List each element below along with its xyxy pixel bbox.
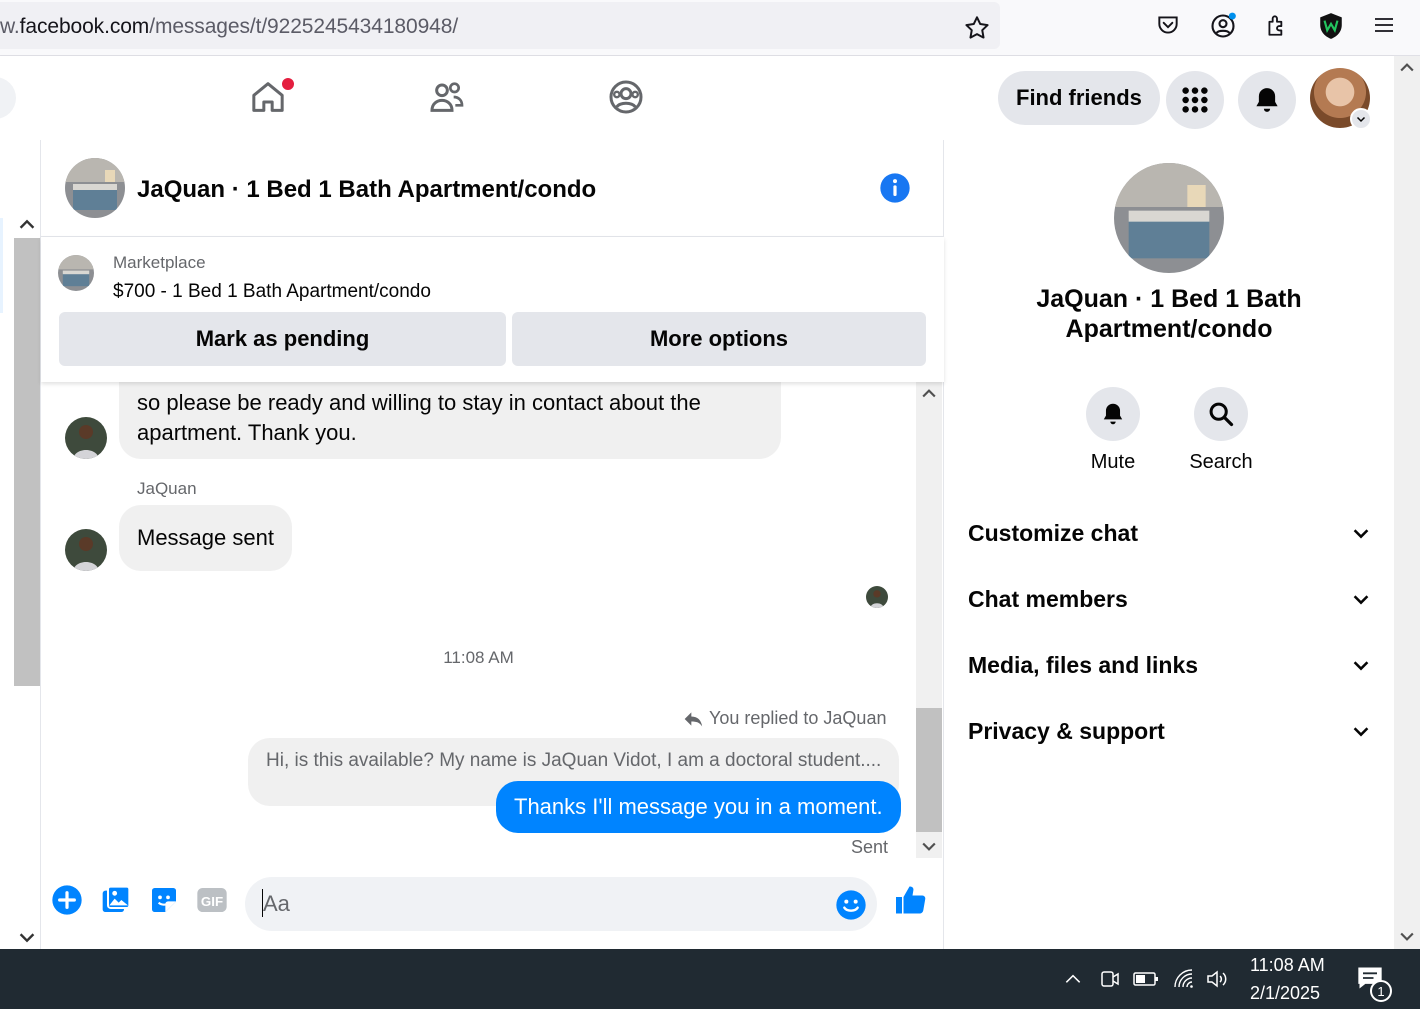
chevron-down-icon [1353,529,1369,539]
plus-circle-icon[interactable] [51,884,83,916]
find-friends-button[interactable]: Find friends [998,71,1160,125]
chevron-down-icon [1353,661,1369,671]
chevron-down-icon [1353,595,1369,605]
scroll-down-arrow-icon[interactable] [1397,926,1417,946]
listing-title[interactable]: $700 - 1 Bed 1 Bath Apartment/condo [113,281,431,303]
conversation-info-panel: JaQuan · 1 Bed 1 Bath Apartment/condo Mu… [944,140,1394,949]
scroll-up-arrow-icon[interactable] [16,214,38,236]
scroll-down-arrow-icon[interactable] [16,926,38,948]
like-thumbs-up-icon[interactable] [893,882,929,918]
mark-as-pending-button[interactable]: Mark as pending [59,312,506,366]
message-status: Sent [851,837,889,857]
customize-chat-row[interactable]: Customize chat [968,500,1372,566]
message-thread: so please be ready and willing to stay i… [41,382,916,860]
thread-scrollbar[interactable] [916,382,942,858]
windows-taskbar: 11:08 AM 2/1/2025 1 [0,949,1420,1009]
read-receipt-avatar [866,586,888,608]
shield-extension-icon[interactable] [1318,12,1344,39]
chat-members-row[interactable]: Chat members [968,566,1372,632]
message-text: Message sent [137,525,274,550]
mute-label: Mute [1090,451,1136,473]
search-field-stub[interactable] [0,77,16,119]
sticker-icon[interactable] [148,884,180,916]
media-files-links-row[interactable]: Media, files and links [968,632,1372,698]
scroll-up-arrow-icon[interactable] [919,384,939,404]
more-options-button[interactable]: More options [512,312,926,366]
sender-name: JaQuan [137,479,197,498]
menu-grid-button[interactable] [1166,71,1224,129]
listing-thumbnail[interactable] [58,255,94,291]
message-text: so please be ready and willing to stay i… [137,390,701,445]
active-chat-indicator [0,218,3,313]
chat-avatar[interactable] [65,158,125,218]
account-chevron-down-icon[interactable] [1350,108,1372,130]
outgoing-message-bubble[interactable]: Thanks I'll message you in a moment. [496,781,901,833]
url-text: w.facebook.com/messages/t/92252454341809… [0,15,459,38]
message-text: Thanks I'll message you in a moment. [514,794,883,819]
notification-count-badge: 1 [1370,980,1392,1002]
volume-icon[interactable] [1205,967,1231,991]
privacy-support-row[interactable]: Privacy & support [968,698,1372,764]
address-bar[interactable]: w.facebook.com/messages/t/92252454341809… [0,2,1000,49]
chat-panel: JaQuan · 1 Bed 1 Bath Apartment/condo Ma… [40,140,944,949]
gif-icon[interactable]: GIF [196,884,228,916]
mute-action[interactable]: Mute [1058,387,1168,474]
thread-scrollbar-thumb[interactable] [916,708,942,832]
info-conversation-name: JaQuan · 1 Bed 1 Bath Apartment/condo [1036,285,1302,343]
browser-toolbar: w.facebook.com/messages/t/92252454341809… [0,0,1420,56]
message-input[interactable]: Aa [245,877,877,931]
meet-now-camera-icon[interactable] [1098,967,1122,991]
menu-icon[interactable] [1372,12,1398,38]
show-hidden-icons-chevron-up-icon[interactable] [1062,969,1084,989]
facebook-header: Find friends [0,56,1394,140]
incoming-message-bubble[interactable]: Message sent [119,505,292,571]
groups-icon[interactable] [606,77,646,117]
marketplace-listing-card: Marketplace $700 - 1 Bed 1 Bath Apartmen… [41,237,944,382]
message-composer: GIF Aa [41,870,944,949]
search-label: Search [1189,451,1253,473]
bell-icon [1256,88,1278,112]
scroll-down-arrow-icon[interactable] [919,836,939,856]
battery-icon[interactable] [1133,967,1159,991]
wifi-icon[interactable] [1172,967,1196,991]
taskbar-clock-time[interactable]: 11:08 AM [1250,955,1325,976]
bell-icon [1103,403,1123,425]
reply-indicator: You replied to JaQuan [683,708,886,729]
search-icon [1209,402,1234,427]
reply-arrow-icon [684,711,703,726]
reply-indicator-text: You replied to JaQuan [709,708,887,728]
message-timestamp: 11:08 AM [443,648,514,667]
account-icon[interactable] [1209,12,1236,38]
extensions-icon[interactable] [1264,12,1290,38]
sender-avatar[interactable] [65,529,107,571]
conversation-info-icon[interactable] [879,172,911,204]
friends-icon[interactable] [427,77,467,117]
scroll-up-arrow-icon[interactable] [1397,58,1417,78]
home-notification-dot [280,76,296,92]
quoted-message-text: Hi, is this available? My name is JaQuan… [266,750,882,771]
search-action[interactable]: Search [1166,387,1276,474]
svg-text:GIF: GIF [201,894,223,909]
chat-title[interactable]: JaQuan · 1 Bed 1 Bath Apartment/condo [137,176,596,204]
emoji-icon[interactable] [835,889,867,921]
chat-list-scrollbar[interactable] [14,238,40,686]
sender-avatar[interactable] [65,417,107,459]
bookmark-star-icon[interactable] [963,14,991,42]
incoming-message-bubble[interactable]: so please be ready and willing to stay i… [119,382,781,459]
grid-icon [1182,87,1208,113]
photo-icon[interactable] [100,884,132,916]
message-input-placeholder: Aa [263,891,290,916]
page-scrollbar[interactable] [1394,56,1420,949]
info-avatar[interactable] [1114,163,1224,273]
marketplace-label: Marketplace [113,253,206,272]
pocket-icon[interactable] [1155,12,1181,38]
taskbar-clock-date[interactable]: 2/1/2025 [1250,983,1320,1004]
chevron-down-icon [1353,727,1369,737]
chat-header: JaQuan · 1 Bed 1 Bath Apartment/condo [41,140,944,237]
notifications-button[interactable] [1238,71,1296,129]
